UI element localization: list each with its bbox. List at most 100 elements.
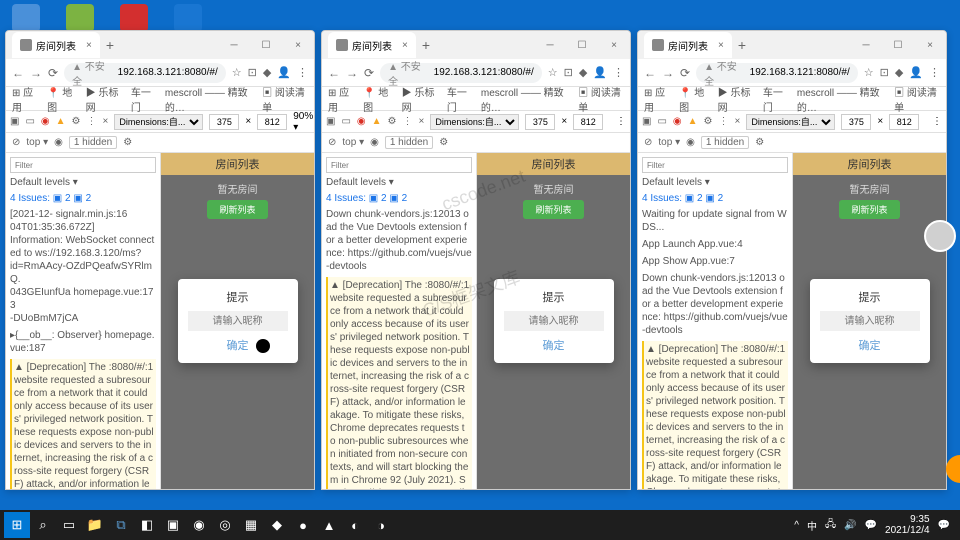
inspect-icon[interactable]: ▣ [642,116,651,127]
nickname-input[interactable] [504,311,604,331]
bookmark-item[interactable]: 📍 地图 [679,84,710,114]
width-input[interactable] [525,114,555,130]
more-icon[interactable]: ⋮ [932,116,942,127]
dimensions-select[interactable]: Dimensions:自... [430,114,519,130]
issues-link[interactable]: 4 Issues: ▣ 2 ▣ 2 [642,192,788,205]
reload-button[interactable]: ⟳ [48,66,58,80]
eye-icon[interactable]: ◉ [370,137,379,148]
eye-icon[interactable]: ◉ [686,137,695,148]
bookmark-item[interactable]: 车一门 [447,84,473,114]
menu-icon[interactable]: ⋮ [929,66,940,79]
filter-input[interactable] [10,157,156,173]
extension-icon[interactable]: ⊡ [564,66,573,79]
clear-icon[interactable]: ⊘ [644,137,652,148]
extension-icon[interactable]: ⊡ [880,66,889,79]
close-devtools-icon[interactable]: × [735,116,741,127]
log-levels-select[interactable]: Default levels ▾ [10,176,156,189]
dimensions-select[interactable]: Dimensions:自... [746,114,835,130]
nickname-input[interactable] [820,311,920,331]
console-error-icon[interactable]: ◉ [41,116,50,127]
inspect-icon[interactable]: ▣ [326,116,335,127]
console-warn-icon[interactable]: ▲ [372,116,382,127]
side-widget[interactable] [946,455,960,483]
context-select[interactable]: top ▾ [26,137,48,148]
forward-button[interactable]: → [346,66,358,80]
console-log-entry[interactable]: App Launch App.vue:4 [642,238,788,251]
taskview-icon[interactable]: ▭ [56,512,82,538]
apps-button[interactable]: ⊞ 应用 [12,84,39,114]
volume-icon[interactable]: 🔊 [844,520,856,531]
bookmark-item[interactable]: 车一门 [763,84,789,114]
filter-input[interactable] [326,157,472,173]
clock[interactable]: 9:352021/12/4 [885,514,930,536]
start-button[interactable]: ⊞ [4,512,30,538]
close-tab-icon[interactable]: × [402,40,408,51]
device-icon[interactable]: ▭ [657,116,666,127]
close-button[interactable]: × [282,40,314,51]
profile-icon[interactable]: 👤 [909,66,923,79]
close-tab-icon[interactable]: × [86,40,92,51]
settings-icon[interactable]: ⚙ [123,137,132,148]
profile-icon[interactable]: 👤 [593,66,607,79]
url-input[interactable]: ▲ 不安全 192.168.3.121:8080/#/ [380,63,542,83]
inspect-icon[interactable]: ▣ [10,116,19,127]
console-error-icon[interactable]: ◉ [357,116,366,127]
app-icon[interactable]: ◧ [134,512,160,538]
chrome-icon[interactable]: ◉ [186,512,212,538]
console-log-entry[interactable]: ▲ [Deprecation] The :8080/#/:1 website r… [642,341,788,489]
confirm-button[interactable]: 确定 [859,337,881,353]
reload-button[interactable]: 刷新列表 [839,200,899,219]
settings-icon[interactable]: ⚙ [439,137,448,148]
floating-avatar[interactable] [924,220,956,252]
filter-input[interactable] [642,157,788,173]
issues-link[interactable]: 4 Issues: ▣ 2 ▣ 2 [326,192,472,205]
maximize-button[interactable]: ☐ [882,40,914,51]
browser-tab[interactable]: 房间列表 × [328,32,416,58]
bookmark-item[interactable]: ▶ 乐标网 [86,84,123,114]
close-devtools-icon[interactable]: × [103,116,109,127]
tray-up-icon[interactable]: ^ [794,520,799,531]
app-icon[interactable]: ▦ [238,512,264,538]
minimize-button[interactable]: ─ [850,40,882,51]
bookmark-item[interactable]: 📍 地图 [47,84,78,114]
bookmark-item[interactable]: mescroll —— 精致的… [797,84,886,114]
console-log-entry[interactable]: ▲ [Deprecation] The :8080/#/:1 website r… [326,277,472,489]
more-icon[interactable]: ⋮ [403,116,413,127]
forward-button[interactable]: → [30,66,42,80]
menu-icon[interactable]: ⋮ [297,66,308,79]
reload-button[interactable]: 刷新列表 [523,200,583,219]
menu-icon[interactable]: ⋮ [613,66,624,79]
minimize-button[interactable]: ─ [534,40,566,51]
more-icon[interactable]: ⋮ [719,116,729,127]
vscode-icon[interactable]: ⧉ [108,512,134,538]
extension-icon[interactable]: ◆ [895,66,903,79]
edge-icon[interactable]: ◎ [212,512,238,538]
maximize-button[interactable]: ☐ [250,40,282,51]
bookmark-item[interactable]: ▶ 乐标网 [718,84,755,114]
settings-icon[interactable]: ⚙ [388,116,397,127]
dimensions-select[interactable]: Dimensions:自... [114,114,203,130]
explorer-icon[interactable]: 📁 [82,512,108,538]
forward-button[interactable]: → [662,66,674,80]
network-icon[interactable]: 🖧 [825,517,836,534]
app-icon[interactable]: ◑ [368,512,394,538]
back-button[interactable]: ← [644,66,656,80]
settings-icon[interactable]: ⚙ [755,137,764,148]
browser-tab[interactable]: 房间列表 × [644,32,732,58]
height-input[interactable] [257,114,287,130]
app-icon[interactable]: ◐ [342,512,368,538]
minimize-button[interactable]: ─ [218,40,250,51]
console-log-entry[interactable]: App Show App.vue:7 [642,255,788,268]
reading-list[interactable]: ▣ 阅读清单 [262,84,308,114]
context-select[interactable]: top ▾ [658,137,680,148]
confirm-button[interactable]: 确定 [227,337,249,353]
clear-icon[interactable]: ⊘ [328,137,336,148]
url-input[interactable]: ▲ 不安全 192.168.3.121:8080/#/ [64,63,226,83]
height-input[interactable] [573,114,603,130]
width-input[interactable] [209,114,239,130]
hidden-badge[interactable]: 1 hidden [385,136,433,149]
back-button[interactable]: ← [328,66,340,80]
close-tab-icon[interactable]: × [718,40,724,51]
ime-icon[interactable]: 中 [807,518,817,533]
reading-list[interactable]: ▣ 阅读清单 [578,84,624,114]
